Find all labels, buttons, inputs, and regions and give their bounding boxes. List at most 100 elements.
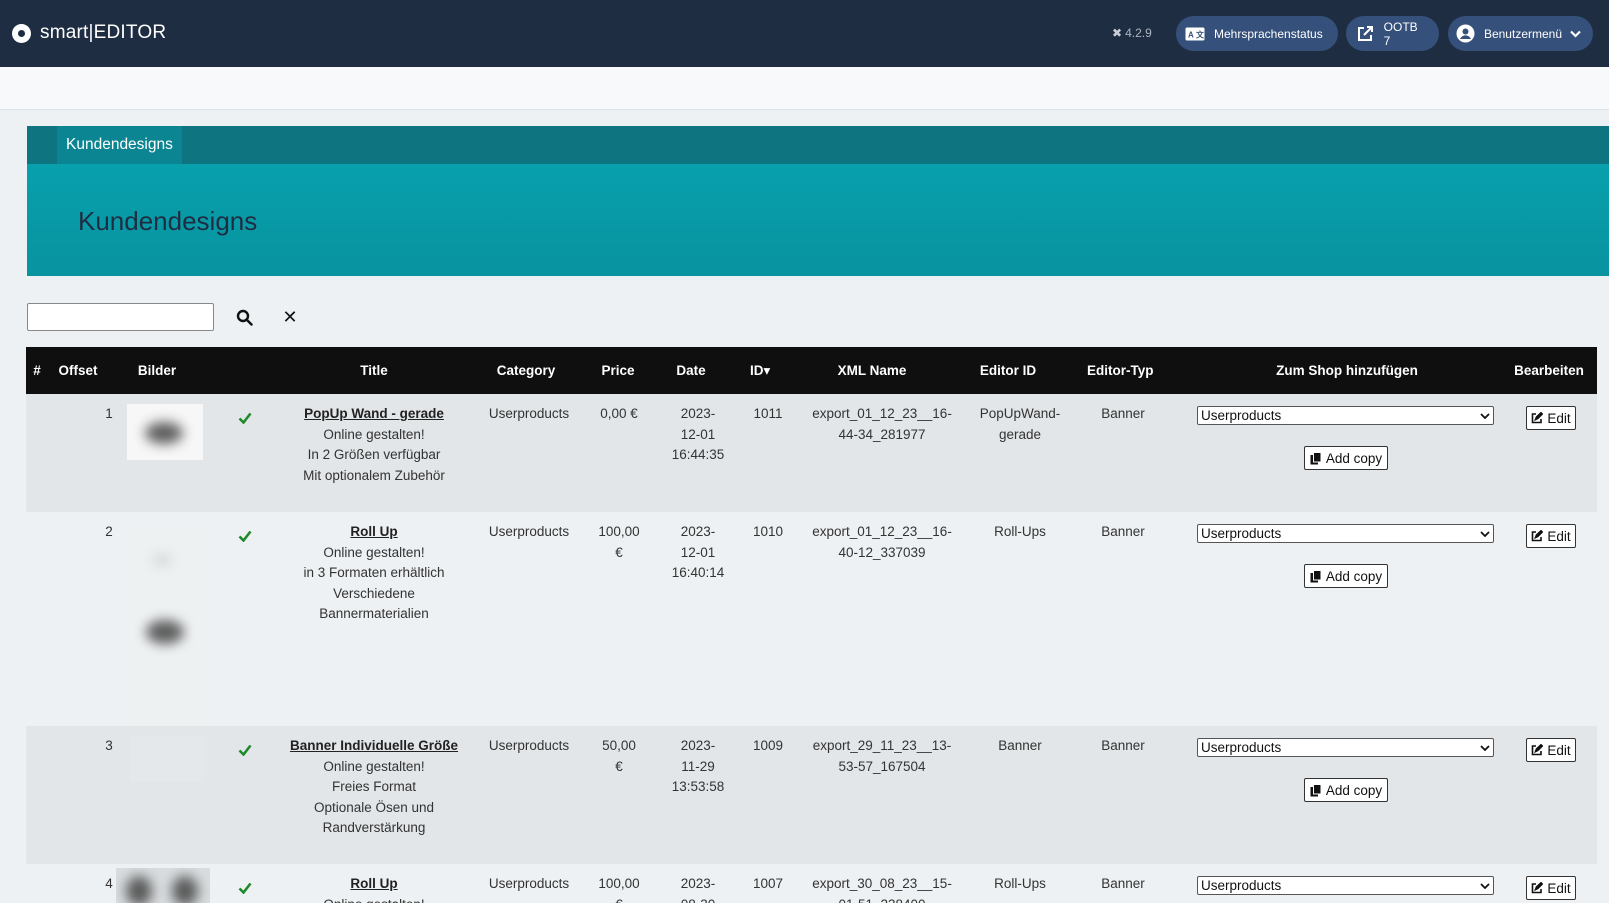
date-line: 2023-	[680, 876, 716, 891]
row-editor-id: Banner	[970, 736, 1070, 757]
row-id: 1009	[752, 738, 784, 753]
column-header-title[interactable]: Title	[356, 347, 392, 394]
column-header-editor-id[interactable]: Editor ID	[978, 347, 1038, 394]
edit-button[interactable]: Edit	[1526, 738, 1576, 762]
xml-name-line: 53-57_167504	[838, 758, 926, 774]
row-price: 100,00 €	[591, 522, 647, 563]
user-circle-icon	[1456, 23, 1476, 45]
row-editor-type: Banner	[1101, 524, 1145, 539]
edit-button[interactable]: Edit	[1526, 524, 1576, 548]
row-title-cell: Banner Individuelle Größe Online gestalt…	[284, 736, 464, 839]
svg-text:文: 文	[1196, 29, 1205, 39]
column-header-id[interactable]: ID▾	[750, 347, 780, 394]
shop-category-select[interactable]: Userproducts	[1197, 876, 1494, 895]
shop-category-select[interactable]: Userproducts	[1197, 524, 1494, 543]
search-input[interactable]	[27, 303, 214, 331]
clear-search-button[interactable]: ✕	[278, 305, 302, 329]
copy-icon	[1310, 783, 1322, 796]
date-line: 08-30	[663, 895, 733, 903]
close-icon: ✕	[282, 306, 298, 327]
column-header-xml-name[interactable]: XML Name	[836, 347, 908, 394]
row-xml-name: export_01_12_23__16- 40-12_337039	[804, 522, 960, 563]
tab-kundendesigns[interactable]: Kundendesigns	[57, 126, 182, 164]
page-title: Kundendesigns	[78, 206, 258, 236]
search-button[interactable]	[232, 305, 256, 329]
product-title-link[interactable]: Banner Individuelle Größe	[284, 736, 464, 757]
date-line: 11-29	[681, 758, 715, 774]
column-header-category[interactable]: Category	[495, 347, 557, 394]
price-line: 100,00	[598, 876, 640, 891]
shop-category-select[interactable]: Userproducts	[1197, 738, 1494, 757]
row-id: 1011	[753, 406, 783, 421]
row-title-cell: PopUp Wand - gerade Online gestalten! In…	[284, 404, 464, 486]
price-line: €	[615, 544, 623, 560]
xml-name-line: 44-34_281977	[838, 426, 926, 442]
row-price: 0,00 €	[591, 404, 647, 425]
table-row: 2 Roll Up Online gestalten! in 3 Formate…	[26, 512, 1597, 726]
product-title-link[interactable]: Roll Up	[284, 874, 464, 895]
row-editor-type: Banner	[1101, 738, 1145, 753]
table-row: 1 PopUp Wand - gerade Online gestalten! …	[26, 394, 1597, 512]
column-header-editor-typ[interactable]: Editor-Typ	[1087, 347, 1154, 394]
column-header-offset[interactable]: Offset	[54, 347, 102, 394]
product-thumbnail[interactable]	[130, 736, 204, 782]
add-copy-button[interactable]: Add copy	[1304, 778, 1388, 802]
row-editor-id: PopUpWand- gerade	[970, 404, 1070, 445]
checkmark-icon	[238, 882, 252, 894]
row-xml-name: export_29_11_23__13- 53-57_167504	[804, 736, 960, 777]
row-id: 1010	[752, 524, 784, 539]
product-title-link[interactable]: Roll Up	[284, 522, 464, 543]
svg-text:A: A	[1188, 30, 1194, 39]
edit-label: Edit	[1547, 528, 1571, 544]
add-copy-button[interactable]: Add copy	[1304, 564, 1388, 588]
row-date: 2023- 11-29 13:53:58	[663, 736, 733, 798]
row-title-cell: Roll Up Online gestalten! in 3 Formaten …	[284, 522, 464, 625]
row-category: Userproducts	[488, 738, 570, 753]
checkmark-icon	[238, 744, 252, 756]
table-row: 4 Roll Up Online gestalten! Userproducts…	[26, 864, 1597, 903]
table-header: # Offset Bilder Title Category Price Dat…	[26, 347, 1597, 394]
edit-button[interactable]: Edit	[1526, 876, 1576, 900]
tab-bar: Kundendesigns	[27, 126, 1609, 164]
column-header-bilder: Bilder	[137, 363, 177, 378]
row-editor-type: Banner	[1101, 876, 1145, 891]
row-title-cell: Roll Up Online gestalten!	[284, 874, 464, 903]
edit-label: Edit	[1547, 880, 1571, 896]
row-date: 2023- 08-30	[663, 874, 733, 903]
shop-category-select[interactable]: Userproducts	[1197, 406, 1494, 425]
table-row: 3 Banner Individuelle Größe Online gesta…	[26, 726, 1597, 864]
language-status-button[interactable]: A文 Mehrsprachenstatus	[1176, 16, 1338, 51]
translate-icon: A文	[1184, 23, 1206, 45]
row-editor-id: Roll-Ups	[970, 522, 1070, 543]
product-title-link[interactable]: PopUp Wand - gerade	[284, 404, 464, 425]
column-header-id-label: ID	[750, 363, 764, 378]
description-line: Bannermaterialien	[319, 606, 429, 621]
description-line: Randverstärkung	[322, 820, 426, 835]
add-copy-button[interactable]: Add copy	[1304, 446, 1388, 470]
row-price: 100,00 €	[591, 874, 647, 903]
ootb-button[interactable]: OOTB 7	[1346, 16, 1439, 51]
column-header-date[interactable]: Date	[674, 347, 708, 394]
language-status-label: Mehrsprachenstatus	[1214, 26, 1323, 41]
row-category: Userproducts	[488, 524, 570, 539]
column-header-zum-shop: Zum Shop hinzufügen	[1276, 363, 1418, 378]
product-thumbnail[interactable]	[116, 868, 210, 903]
description-line: Online gestalten!	[284, 895, 464, 903]
user-menu-button[interactable]: Benutzermenü	[1448, 16, 1593, 51]
description-line: Online gestalten!	[323, 544, 425, 560]
column-header-price[interactable]: Price	[600, 347, 636, 394]
version-number: 4.2.9	[1125, 26, 1152, 40]
date-line: 2023-	[680, 406, 716, 421]
sub-navbar	[0, 67, 1609, 110]
row-date: 2023- 12-01 16:44:35	[663, 404, 733, 466]
price-line: 0,00 €	[600, 406, 638, 421]
date-line: 13:53:58	[671, 779, 725, 794]
row-price: 50,00 €	[591, 736, 647, 777]
edit-button[interactable]: Edit	[1526, 406, 1576, 430]
column-header-bearbeiten: Bearbeiten	[1514, 363, 1584, 378]
product-thumbnail[interactable]	[127, 404, 203, 460]
xml-name-line: export_01_12_23__16-	[812, 406, 952, 421]
product-thumbnail[interactable]	[122, 526, 208, 726]
brand-logo[interactable]: smart|EDITOR	[12, 22, 166, 44]
add-copy-label: Add copy	[1325, 568, 1383, 584]
